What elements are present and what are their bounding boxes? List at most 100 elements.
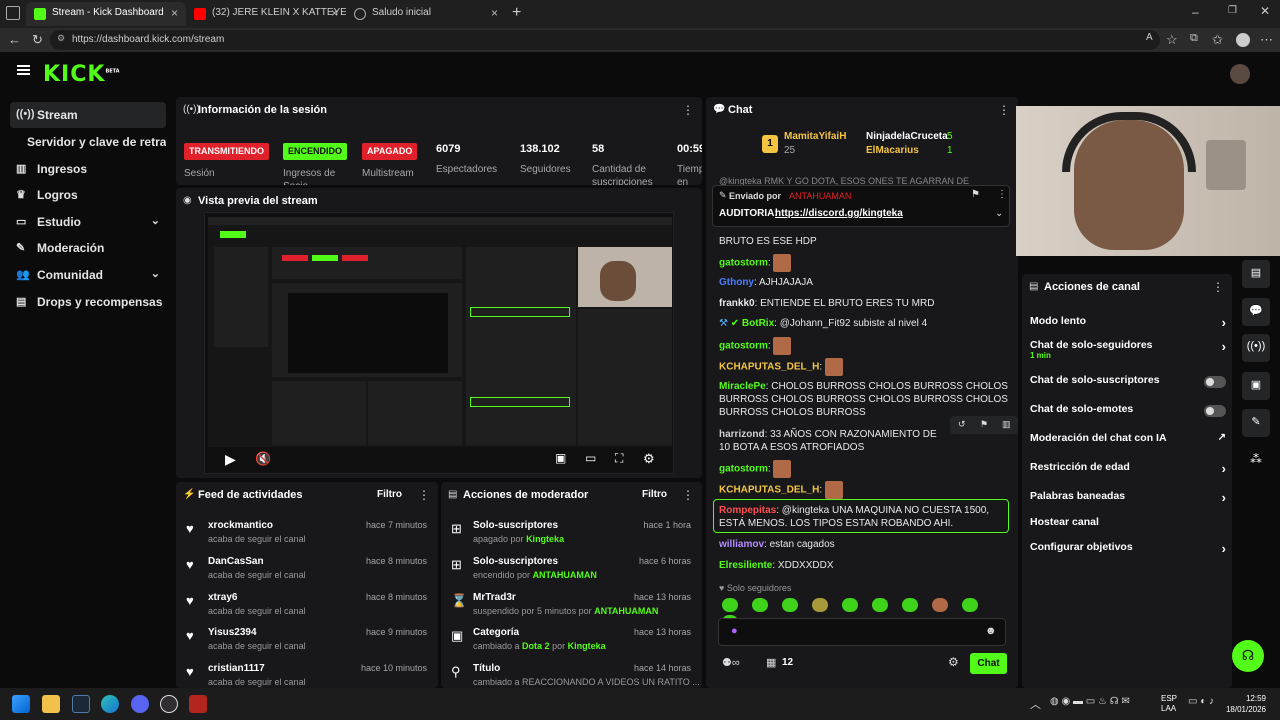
language-indicator[interactable]: ESP LAA xyxy=(1161,694,1177,714)
feed-username[interactable]: cristian1117 xyxy=(208,663,265,674)
chat-username[interactable]: MiraclePe xyxy=(719,381,766,392)
microphone-icon[interactable]: ● xyxy=(731,625,738,637)
maximize-icon[interactable]: ❐ xyxy=(1228,5,1237,16)
emote-icon[interactable] xyxy=(932,598,948,612)
network-icon[interactable]: ▭ ◐ ♪ xyxy=(1188,696,1214,707)
action-emotes-only[interactable]: Chat de solo-emotes xyxy=(1030,403,1226,427)
sidebar-item-ingresos[interactable]: ▥ Ingresos xyxy=(10,156,166,182)
chat-username[interactable]: gatostorm xyxy=(719,341,768,352)
sidebar-item-server-key[interactable]: Servidor y clave de retransmisión xyxy=(10,129,166,155)
chat-input[interactable]: ● ☻ xyxy=(718,618,1006,646)
chevron-down-icon[interactable]: ⌄ xyxy=(995,208,1003,219)
chat-username[interactable]: KCHAPUTAS_DEL_H xyxy=(719,362,819,373)
action-goals[interactable]: Configurar objetivos › xyxy=(1030,541,1226,565)
chat-username[interactable]: harrizond xyxy=(719,429,765,440)
emote-icon[interactable] xyxy=(872,598,888,612)
layout-button[interactable]: ▣ xyxy=(1242,372,1270,400)
chat-username[interactable]: Elresiliente xyxy=(719,560,772,571)
kebab-menu-icon[interactable]: ⋮ xyxy=(1212,280,1224,294)
site-info-icon[interactable]: ⚙ xyxy=(57,33,65,44)
emote-icon[interactable] xyxy=(812,598,828,612)
windows-start-icon[interactable] xyxy=(12,695,30,713)
steam-icon[interactable] xyxy=(72,695,90,713)
action-banned-words[interactable]: Palabras baneadas › xyxy=(1030,490,1226,514)
kick-logo[interactable]: KICKBETA xyxy=(43,62,120,87)
moderator-name[interactable]: Kingteka xyxy=(526,534,564,544)
profile-avatar[interactable] xyxy=(1236,33,1250,47)
feed-username[interactable]: xrockmantico xyxy=(208,520,273,531)
emote-icon[interactable] xyxy=(752,598,768,612)
chat-settings-icon[interactable]: ⚙ xyxy=(948,655,959,669)
pinned-message[interactable]: ✎ Enviado por ANTAHUAMAN ⚑ ⋮ AUDITORIA: … xyxy=(712,185,1010,227)
emote-icon[interactable] xyxy=(782,598,798,612)
notes-button[interactable]: ▤ xyxy=(1242,260,1270,288)
action-slow-mode[interactable]: Modo lento › xyxy=(1030,315,1226,339)
feed-username[interactable]: Yisus2394 xyxy=(208,627,257,638)
tools-button[interactable]: ✎ xyxy=(1242,409,1270,437)
tray-icons[interactable]: ◍ ◉ ▬ ▭ ♨ ☊ ✉ xyxy=(1050,696,1130,707)
mute-icon[interactable]: 🔇 xyxy=(255,451,271,467)
feed-username[interactable]: xtray6 xyxy=(208,592,237,603)
chat-username[interactable]: gatostorm xyxy=(719,258,768,269)
emote-bar[interactable] xyxy=(722,598,1012,629)
edge-icon[interactable] xyxy=(101,695,119,713)
hamburger-menu-icon[interactable] xyxy=(17,65,30,75)
browser-menu-icon[interactable] xyxy=(6,6,20,20)
pinned-sender[interactable]: ANTAHUAMAN xyxy=(789,191,851,201)
emote-icon[interactable] xyxy=(962,598,978,612)
moderator-name[interactable]: ANTAHUAMAN xyxy=(533,570,597,580)
moderator-name[interactable]: ANTAHUAMAN xyxy=(594,606,658,616)
browser-tab-saludo[interactable]: Saludo inicial × xyxy=(346,2,506,26)
emoji-icon[interactable]: ☻ xyxy=(985,625,997,637)
kebab-menu-icon[interactable]: ⋮ xyxy=(997,189,1007,200)
play-icon[interactable]: ▶ xyxy=(225,451,236,468)
read-aloud-icon[interactable]: A xyxy=(1146,32,1153,43)
emotes-only-toggle[interactable] xyxy=(1204,405,1226,417)
reply-icon[interactable]: ↺ xyxy=(958,419,966,430)
more-menu-icon[interactable]: ⋯ xyxy=(1260,32,1273,48)
action-followers-only[interactable]: Chat de solo-seguidores 1 min › xyxy=(1030,339,1226,363)
chat-username[interactable]: williamov xyxy=(719,539,764,550)
feed-username[interactable]: DanCasSan xyxy=(208,556,264,567)
dota-icon[interactable] xyxy=(189,695,207,713)
action-subscribers-only[interactable]: Chat de solo-suscriptores xyxy=(1030,374,1226,398)
chat-toggle-button[interactable]: 💬 xyxy=(1242,298,1270,326)
kebab-menu-icon[interactable]: ⋮ xyxy=(682,103,694,117)
filter-button[interactable]: Filtro xyxy=(642,489,667,500)
add-widget-icon[interactable]: ⁂ xyxy=(1250,452,1262,466)
close-icon[interactable]: × xyxy=(491,6,498,20)
minimize-icon[interactable]: – xyxy=(1192,5,1199,19)
moderator-name[interactable]: Kingteka xyxy=(568,641,606,651)
tray-overflow-icon[interactable]: ︿ xyxy=(1030,696,1041,712)
theater-icon[interactable]: ▭ xyxy=(585,451,596,465)
subscribers-only-toggle[interactable] xyxy=(1204,376,1226,388)
sidebar-item-drops[interactable]: ▤ Drops y recompensas xyxy=(10,289,166,315)
category-name[interactable]: Dota 2 xyxy=(522,641,550,651)
close-icon[interactable]: × xyxy=(331,6,338,20)
reload-icon[interactable]: ↻ xyxy=(32,32,43,48)
kebab-menu-icon[interactable]: ⋮ xyxy=(998,103,1010,117)
chat-username[interactable]: gatostorm xyxy=(719,464,768,475)
url-input[interactable]: ⚙ https://dashboard.kick.com/stream xyxy=(50,30,1160,50)
pinned-link[interactable]: https://discord.gg/kingteka xyxy=(775,208,903,219)
sidebar-item-moderacion[interactable]: ✎ Moderación xyxy=(10,235,166,261)
discord-icon[interactable] xyxy=(131,695,149,713)
sidebar-item-logros[interactable]: ♛ Logros xyxy=(10,182,166,208)
delete-icon[interactable]: ▥ xyxy=(1002,419,1011,430)
filter-button[interactable]: Filtro xyxy=(377,489,402,500)
close-icon[interactable]: × xyxy=(171,6,178,20)
clock[interactable]: 12:59 18/01/2026 xyxy=(1222,693,1266,715)
chat-username[interactable]: Rompepitas xyxy=(719,505,776,516)
kebab-menu-icon[interactable]: ⋮ xyxy=(682,488,694,502)
new-tab-button[interactable]: + xyxy=(512,4,521,22)
user-avatar[interactable] xyxy=(1230,64,1250,84)
users-icon[interactable]: ⚉∞ xyxy=(722,656,740,669)
action-host-channel[interactable]: Hostear canal xyxy=(1030,516,1226,540)
stream-video[interactable]: ▶ 🔇 ▣ ▭ ⛶ ⚙ xyxy=(204,212,674,474)
sidebar-item-stream[interactable]: ((•)) Stream xyxy=(10,102,166,128)
close-window-icon[interactable]: ✕ xyxy=(1260,4,1270,18)
leader-name[interactable]: MamitaYifaiH xyxy=(784,131,846,142)
browser-tab-kick[interactable]: Stream - Kick Dashboard × xyxy=(26,2,186,26)
emote-icon[interactable] xyxy=(722,598,738,612)
action-age-restriction[interactable]: Restricción de edad › xyxy=(1030,461,1226,485)
